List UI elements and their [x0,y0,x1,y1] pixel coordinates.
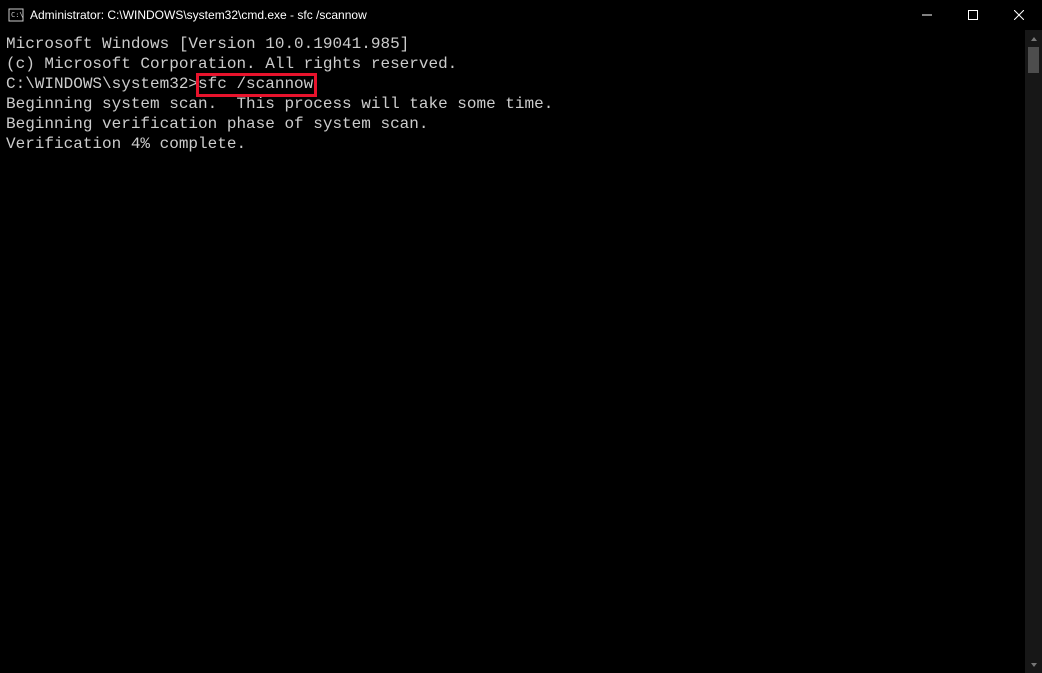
output-line: Beginning system scan. This process will… [6,94,1019,114]
prompt-path: C:\WINDOWS\system32> [6,75,198,93]
prompt-line: C:\WINDOWS\system32>sfc /scannow [6,74,1019,94]
scroll-thumb[interactable] [1028,47,1039,73]
output-line: Microsoft Windows [Version 10.0.19041.98… [6,34,1019,54]
cmd-icon: C:\ [8,7,24,23]
window-title: Administrator: C:\WINDOWS\system32\cmd.e… [30,8,367,22]
output-line: Verification 4% complete. [6,134,1019,154]
minimize-button[interactable] [904,0,950,30]
titlebar[interactable]: C:\ Administrator: C:\WINDOWS\system32\c… [0,0,1042,30]
output-line: Beginning verification phase of system s… [6,114,1019,134]
scroll-up-arrow-icon[interactable] [1025,30,1042,47]
content-area: Microsoft Windows [Version 10.0.19041.98… [0,30,1042,673]
highlighted-command: sfc /scannow [198,75,315,95]
window-controls [904,0,1042,29]
terminal-output[interactable]: Microsoft Windows [Version 10.0.19041.98… [0,30,1025,673]
scroll-down-arrow-icon[interactable] [1025,656,1042,673]
output-line: (c) Microsoft Corporation. All rights re… [6,54,1019,74]
maximize-button[interactable] [950,0,996,30]
vertical-scrollbar[interactable] [1025,30,1042,673]
svg-text:C:\: C:\ [11,11,24,19]
titlebar-left: C:\ Administrator: C:\WINDOWS\system32\c… [0,7,367,23]
close-button[interactable] [996,0,1042,30]
cmd-window: C:\ Administrator: C:\WINDOWS\system32\c… [0,0,1042,673]
